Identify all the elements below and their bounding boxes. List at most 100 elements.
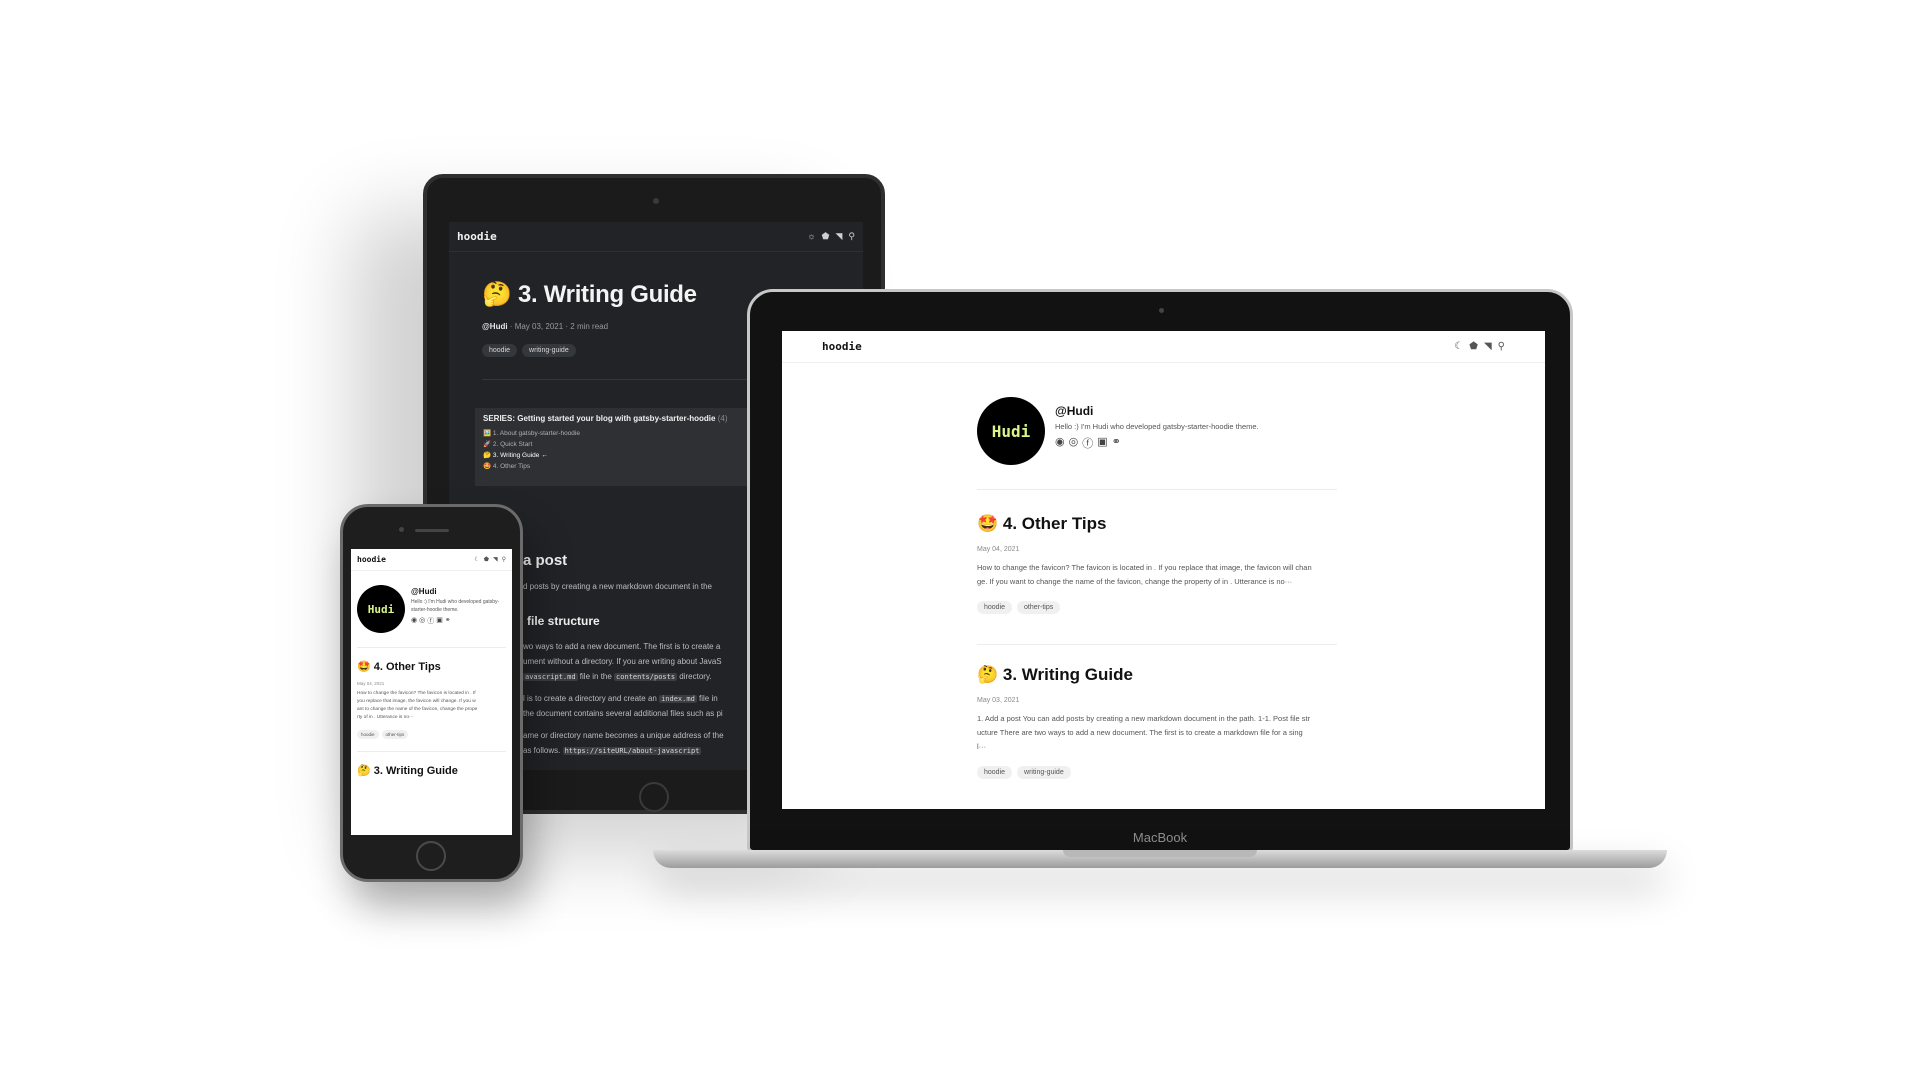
inline-code: index.md (659, 695, 697, 703)
tag-chip[interactable]: hoodie (977, 766, 1013, 779)
rss-icon[interactable]: ◥ (1484, 341, 1492, 352)
laptop-camera (1159, 308, 1164, 313)
tag-icon[interactable]: ⬟ (1469, 341, 1478, 352)
series-title-text: SERIES: Getting started your blog with g… (483, 414, 716, 423)
bio-description: Hello :) I'm Hudi who developed gatsby-s… (1055, 422, 1259, 431)
tag-chip[interactable]: writing-guide (522, 344, 576, 357)
subsection-heading: file structure (527, 614, 600, 628)
site-logo[interactable]: hoodie (822, 340, 862, 353)
header-icons: ☾ ⬟ ◥ ⚲ (1454, 341, 1505, 352)
tag-chip[interactable]: hoodie (357, 730, 379, 739)
linkedin-icon[interactable]: ▣ (436, 616, 443, 626)
excerpt-line: rty of in . Utterance is no··· (357, 715, 414, 720)
instagram-icon[interactable]: ◎ (419, 616, 425, 626)
tag-icon[interactable]: ⬟ (822, 231, 830, 242)
post-tags: hoodie writing-guide (482, 344, 576, 357)
header-icons: ☾ ⬟ ◥ ⚲ (474, 556, 506, 563)
post-title[interactable]: 🤔 3. Writing Guide (977, 665, 1337, 685)
paragraph: ame or directory name becomes a unique a… (523, 731, 724, 740)
post-author[interactable]: @Hudi (482, 322, 508, 331)
search-icon[interactable]: ⚲ (1498, 341, 1505, 352)
avatar: Hudi (357, 585, 405, 633)
paragraph: the document contains several additional… (523, 709, 723, 718)
post-excerpt: How to change the favicon? The favicon i… (357, 690, 506, 722)
post-title[interactable]: 🤔 3. Writing Guide (357, 764, 506, 777)
post-tags: hoodie writing-guide (977, 766, 1337, 779)
tag-icon[interactable]: ⬟ (484, 556, 489, 563)
excerpt-line: ant to change the name of the favicon, c… (357, 707, 478, 712)
post-title: 🤔 3. Writing Guide (482, 281, 697, 308)
post-card[interactable]: 🤔 3. Writing Guide May 03, 2021 1. Add a… (977, 665, 1337, 779)
paragraph: l is to create a directory and create an… (523, 694, 718, 703)
tablet-header: hoodie ☼ ⬟ ◥ ⚲ (449, 222, 863, 252)
moon-icon[interactable]: ☾ (474, 556, 479, 563)
site-logo[interactable]: hoodie (357, 555, 386, 564)
excerpt-line: 1. Add a post You can add posts by creat… (977, 714, 1311, 723)
social-links: ◉ ◎ ⓕ ▣ ⚭ (1055, 435, 1259, 451)
github-icon[interactable]: ◉ (1055, 435, 1065, 451)
paragraph: wo ways to add a new document. The first… (523, 642, 721, 651)
excerpt-line: How to change the favicon? The favicon i… (977, 563, 1312, 572)
search-icon[interactable]: ⚲ (502, 556, 506, 563)
device-mockup-stage: hoodie ☼ ⬟ ◥ ⚲ 🤔 3. Writing Guide @Hudi … (0, 0, 1920, 1080)
paragraph-text: l is to create a directory and create an (523, 694, 660, 703)
social-links: ◉ ◎ ⓕ ▣ ⚭ (411, 616, 506, 626)
post-card[interactable]: 🤩 4. Other Tips May 04, 2021 How to chan… (977, 514, 1337, 614)
post-date: May 04, 2021 (357, 681, 385, 686)
laptop-header: hoodie ☾ ⬟ ◥ ⚲ (782, 331, 1545, 363)
facebook-icon[interactable]: ⓕ (427, 616, 434, 626)
post-meta: @Hudi · May 03, 2021 · 2 min read (482, 322, 608, 331)
link-icon[interactable]: ⚭ (1112, 435, 1121, 451)
rss-icon[interactable]: ◥ (835, 231, 842, 242)
paragraph-text: as follows. (523, 746, 563, 755)
post-date: May 03, 2021 (977, 697, 1020, 704)
tag-chip[interactable]: writing-guide (1017, 766, 1071, 779)
post-title[interactable]: 🤩 4. Other Tips (977, 514, 1337, 534)
link-icon[interactable]: ⚭ (445, 616, 451, 626)
phone-header: hoodie ☾ ⬟ ◥ ⚲ (351, 549, 512, 571)
post-date-readtime: · May 03, 2021 · 2 min read (507, 322, 609, 331)
post-card[interactable]: 🤩 4. Other Tips May 04, 2021 How to chan… (351, 660, 512, 739)
post-date: May 04, 2021 (977, 546, 1020, 553)
tag-chip[interactable]: other-tips (381, 730, 409, 739)
paragraph-text: file in (696, 694, 718, 703)
post-excerpt: 1. Add a post You can add posts by creat… (977, 712, 1337, 754)
inline-code: https://siteURL/about-javascript (562, 747, 702, 755)
tag-chip[interactable]: hoodie (482, 344, 518, 357)
tag-chip[interactable]: other-tips (1017, 601, 1061, 614)
bio-name: @Hudi (1055, 404, 1094, 418)
linkedin-icon[interactable]: ▣ (1097, 435, 1107, 451)
tag-chip[interactable]: hoodie (977, 601, 1013, 614)
post-tags: hoodie other-tips (357, 730, 506, 739)
laptop-screen: hoodie ☾ ⬟ ◥ ⚲ Hudi @Hudi Hello :) I'm H… (782, 331, 1545, 809)
moon-icon[interactable]: ☾ (1454, 341, 1463, 352)
excerpt-line: ge. If you want to change the name of th… (977, 577, 1293, 586)
site-logo[interactable]: hoodie (457, 230, 497, 243)
phone-device: hoodie ☾ ⬟ ◥ ⚲ Hudi @Hudi Hello :) I'm H… (340, 504, 523, 882)
post-card[interactable]: 🤔 3. Writing Guide (351, 764, 512, 777)
paragraph-text: file in the (577, 672, 615, 681)
inline-code: avascript.md (523, 673, 578, 681)
inline-code: contents/posts (614, 673, 678, 681)
excerpt-line: you replace that image, the favicon will… (357, 699, 476, 704)
divider (357, 647, 506, 648)
tablet-home-button (639, 782, 669, 812)
divider (977, 489, 1337, 490)
post-tags: hoodie other-tips (977, 601, 1337, 614)
excerpt-line: How to change the favicon? The favicon i… (357, 691, 476, 696)
search-icon[interactable]: ⚲ (848, 231, 855, 242)
rss-icon[interactable]: ◥ (493, 556, 498, 563)
paragraph: avascript.md file in the contents/posts … (523, 672, 712, 681)
bio: Hudi @Hudi Hello :) I'm Hudi who develop… (351, 571, 512, 633)
sun-icon[interactable]: ☼ (807, 231, 815, 242)
paragraph: ument without a directory. If you are wr… (523, 657, 722, 666)
avatar: Hudi (977, 397, 1045, 465)
instagram-icon[interactable]: ◎ (1069, 435, 1079, 451)
github-icon[interactable]: ◉ (411, 616, 417, 626)
phone-speaker (415, 529, 449, 532)
post-title[interactable]: 🤩 4. Other Tips (357, 660, 506, 673)
facebook-icon[interactable]: ⓕ (1082, 435, 1093, 451)
paragraph-text: directory. (677, 672, 712, 681)
tablet-camera (653, 198, 659, 204)
phone-home-button (416, 841, 446, 871)
